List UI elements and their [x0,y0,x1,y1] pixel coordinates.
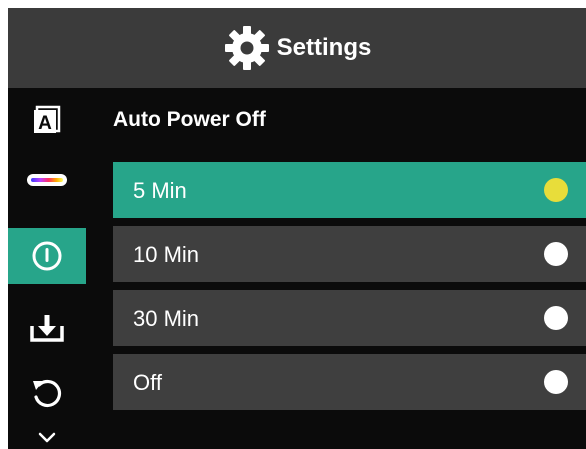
option-5-min[interactable]: 5 Min [113,162,586,218]
option-label: 10 Min [133,242,200,267]
radio-selected-indicator [544,178,568,202]
reset-rotate-icon [33,379,62,408]
sidebar-item-storage[interactable] [8,300,86,356]
settings-screen: Settings A Auto Power Off 5 Min 10 Min 3… [8,8,586,449]
option-label: 5 Min [133,178,187,203]
radio-indicator [544,370,568,394]
page-title: Settings [276,34,372,61]
radio-indicator [544,306,568,330]
svg-text:A: A [38,113,52,134]
sidebar-scroll-down[interactable] [8,418,86,449]
sidebar-item-display-text[interactable]: A [8,92,86,148]
radio-indicator [544,242,568,266]
sidebar: A [8,88,86,449]
header-bar: Settings [8,8,586,88]
option-label: Off [133,370,162,395]
power-icon [32,241,62,271]
font-a-icon: A [34,105,61,134]
sidebar-item-auto-power-off[interactable] [8,228,86,284]
gear-icon [224,26,269,70]
sidebar-item-reset[interactable] [8,366,86,422]
option-label: 30 Min [133,306,200,331]
section-title: Auto Power Off [113,108,266,131]
chevron-down-icon [38,432,56,443]
option-off[interactable]: Off [113,354,586,410]
download-tray-icon [30,315,64,342]
option-30-min[interactable]: 30 Min [113,290,586,346]
sidebar-item-palette[interactable] [8,152,86,208]
color-palette-bar-icon [27,174,67,186]
option-10-min[interactable]: 10 Min [113,226,586,282]
